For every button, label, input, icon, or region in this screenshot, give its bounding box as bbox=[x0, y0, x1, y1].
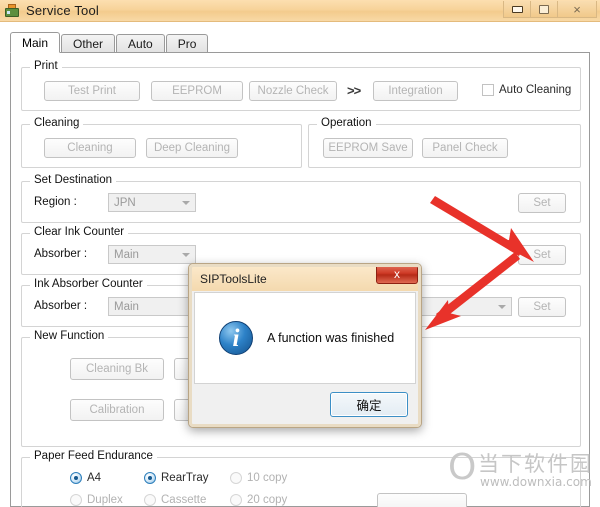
region-label: Region : bbox=[34, 196, 77, 208]
group-set-destination: Set Destination Region : JPN Set bbox=[21, 174, 581, 223]
clear-absorber-label: Absorber : bbox=[34, 248, 88, 260]
window-title: Service Tool bbox=[26, 3, 99, 18]
window-titlebar: Service Tool × bbox=[0, 0, 600, 22]
group-print-legend: Print bbox=[30, 60, 62, 72]
group-cleaning-legend: Cleaning bbox=[30, 117, 84, 129]
tab-auto[interactable]: Auto bbox=[116, 34, 165, 53]
radio-20-copy[interactable]: 20 copy bbox=[230, 494, 287, 506]
radio-duplex[interactable]: Duplex bbox=[70, 494, 123, 506]
tab-other[interactable]: Other bbox=[61, 34, 116, 53]
tab-main[interactable]: Main bbox=[10, 32, 61, 53]
dialog-close-button[interactable]: x bbox=[376, 265, 418, 284]
group-paper-feed-endurance-legend: Paper Feed Endurance bbox=[30, 450, 157, 462]
region-value: JPN bbox=[114, 196, 136, 209]
group-clear-ink-counter-legend: Clear Ink Counter bbox=[30, 226, 129, 238]
ink-absorber-set-button[interactable]: Set bbox=[518, 297, 566, 317]
close-button[interactable]: × bbox=[557, 1, 597, 18]
chevron-down-icon bbox=[182, 201, 190, 205]
group-print: Print Test Print EEPROM Nozzle Check >> … bbox=[21, 60, 581, 111]
dialog-message: A function was finished bbox=[267, 331, 395, 345]
group-operation-legend: Operation bbox=[317, 117, 376, 129]
nozzle-check-button[interactable]: Nozzle Check bbox=[249, 81, 337, 101]
set-destination-button[interactable]: Set bbox=[518, 193, 566, 213]
clear-absorber-value: Main bbox=[114, 248, 139, 261]
eeprom-button[interactable]: EEPROM bbox=[151, 81, 243, 101]
test-print-button[interactable]: Test Print bbox=[44, 81, 140, 101]
paper-feed-action-button[interactable] bbox=[377, 493, 467, 507]
auto-cleaning-checkbox[interactable]: Auto Cleaning bbox=[482, 84, 571, 96]
radio-dot-icon bbox=[144, 472, 156, 484]
group-ink-absorber-counter-legend: Ink Absorber Counter bbox=[30, 278, 147, 290]
region-select[interactable]: JPN bbox=[108, 193, 196, 212]
group-cleaning: Cleaning Cleaning Deep Cleaning bbox=[21, 117, 302, 168]
radio-rear-tray-label: RearTray bbox=[161, 472, 209, 484]
integration-button[interactable]: Integration bbox=[373, 81, 458, 101]
radio-dot-icon bbox=[144, 494, 156, 506]
tab-strip: Main Other Auto Pro bbox=[10, 32, 590, 53]
radio-rear-tray[interactable]: RearTray bbox=[144, 472, 209, 484]
group-new-function-legend: New Function bbox=[30, 330, 109, 342]
radio-10-copy[interactable]: 10 copy bbox=[230, 472, 287, 484]
info-icon bbox=[219, 321, 253, 355]
cleaning-bk-button[interactable]: Cleaning Bk bbox=[70, 358, 164, 380]
ink-absorber-value: Main bbox=[114, 300, 139, 313]
radio-a4[interactable]: A4 bbox=[70, 472, 101, 484]
chevron-down-icon bbox=[182, 253, 190, 257]
radio-dot-icon bbox=[230, 494, 242, 506]
minimize-button[interactable] bbox=[503, 1, 531, 18]
panel-check-button[interactable]: Panel Check bbox=[422, 138, 508, 158]
calibration-button[interactable]: Calibration bbox=[70, 399, 164, 421]
checkbox-box-icon bbox=[482, 84, 494, 96]
radio-dot-icon bbox=[70, 472, 82, 484]
minimize-icon bbox=[511, 5, 523, 13]
close-icon: × bbox=[573, 1, 581, 17]
cleaning-button[interactable]: Cleaning bbox=[44, 138, 136, 158]
dialog-body: A function was finished bbox=[194, 292, 416, 384]
clear-absorber-select[interactable]: Main bbox=[108, 245, 196, 264]
auto-cleaning-label: Auto Cleaning bbox=[499, 84, 572, 96]
tab-pro[interactable]: Pro bbox=[165, 34, 209, 53]
dialog-title: SIPToolsLite bbox=[200, 272, 267, 286]
radio-duplex-label: Duplex bbox=[87, 494, 123, 506]
deep-cleaning-button[interactable]: Deep Cleaning bbox=[146, 138, 238, 158]
maximize-icon bbox=[539, 4, 549, 14]
radio-10-copy-label: 10 copy bbox=[247, 472, 288, 484]
dialog-ok-button[interactable]: 确定 bbox=[330, 392, 408, 417]
printer-icon bbox=[4, 3, 20, 19]
radio-a4-label: A4 bbox=[87, 472, 102, 484]
chevron-down-icon bbox=[498, 305, 506, 309]
group-operation: Operation EEPROM Save Panel Check bbox=[308, 117, 581, 168]
ink-absorber-label: Absorber : bbox=[34, 300, 88, 312]
window-controls: × bbox=[503, 1, 597, 18]
clear-ink-counter-set-button[interactable]: Set bbox=[518, 245, 566, 265]
sip-tools-lite-dialog: SIPToolsLite x A function was finished 确… bbox=[188, 263, 422, 428]
radio-dot-icon bbox=[230, 472, 242, 484]
group-set-destination-legend: Set Destination bbox=[30, 174, 116, 186]
chevron-right-icon: >> bbox=[347, 83, 361, 98]
radio-dot-icon bbox=[70, 494, 82, 506]
group-paper-feed-endurance: Paper Feed Endurance A4 RearTray 10 copy… bbox=[21, 450, 581, 507]
radio-cassette[interactable]: Cassette bbox=[144, 494, 206, 506]
service-tool-window: Service Tool × Main Other Auto Pro Print… bbox=[0, 0, 600, 507]
eeprom-save-button[interactable]: EEPROM Save bbox=[323, 138, 413, 158]
dialog-footer: 确定 bbox=[194, 386, 416, 424]
maximize-button[interactable] bbox=[530, 1, 558, 18]
radio-20-copy-label: 20 copy bbox=[247, 494, 288, 506]
radio-cassette-label: Cassette bbox=[161, 494, 207, 506]
